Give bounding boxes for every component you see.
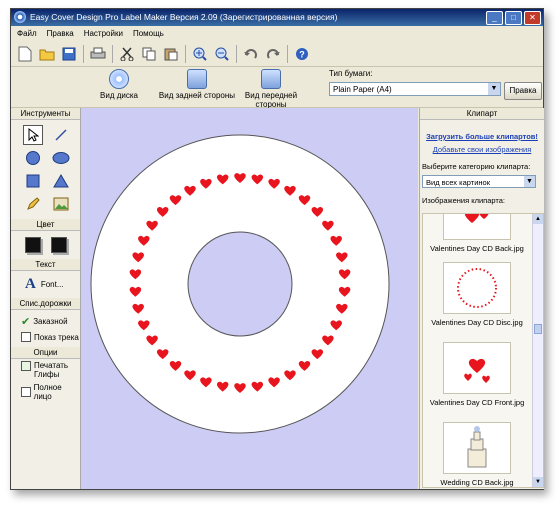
fill-color-swatch[interactable] <box>25 237 41 253</box>
app-icon <box>14 11 26 23</box>
font-button[interactable]: A Font... <box>11 271 80 298</box>
design-canvas[interactable] <box>81 108 418 489</box>
clip-thumbnail <box>443 262 511 314</box>
line-color-swatch[interactable] <box>51 237 67 253</box>
copy-icon[interactable] <box>139 44 159 64</box>
view-bar: Вид диска Вид задней стороны Вид передне… <box>11 67 543 109</box>
list-item[interactable]: Valentines Day CD Disc.jpg <box>423 262 531 327</box>
tools-panel: Инструменты Цвет Текст A Font... Спис.до… <box>11 108 81 489</box>
custom-tracklist-button[interactable]: ✔ Заказной <box>11 310 80 330</box>
paste-icon[interactable] <box>161 44 181 64</box>
list-item[interactable]: Valentines Day CD Back.jpg <box>423 214 531 253</box>
ellipse-tool-icon[interactable] <box>51 148 71 168</box>
image-tool-icon[interactable] <box>51 194 71 214</box>
line-tool-icon[interactable] <box>51 125 71 145</box>
menu-file[interactable]: Файл <box>17 27 37 41</box>
disc-view-button[interactable]: Вид диска <box>79 69 159 100</box>
print-icon[interactable] <box>88 44 108 64</box>
chevron-down-icon: ▼ <box>488 83 500 95</box>
open-folder-icon[interactable] <box>37 44 57 64</box>
cut-icon[interactable] <box>117 44 137 64</box>
options-header: Опции <box>11 347 80 359</box>
list-item[interactable]: Wedding CD Back.jpg <box>423 422 531 487</box>
add-images-link[interactable]: Добавьте свои изображения <box>420 145 544 154</box>
back-view-icon <box>187 69 207 89</box>
scroll-down-icon[interactable]: ▼ <box>533 477 543 487</box>
menu-settings[interactable]: Настройки <box>84 27 123 41</box>
apply-button[interactable]: Правка <box>504 82 542 100</box>
zoom-in-icon[interactable] <box>190 44 210 64</box>
rectangle-tool-icon[interactable] <box>23 171 43 191</box>
select-arrow-icon[interactable] <box>23 125 43 145</box>
menu-help[interactable]: Помощь <box>133 27 164 41</box>
font-icon: A <box>25 276 36 292</box>
zoom-out-icon[interactable] <box>212 44 232 64</box>
window-title: Easy Cover Design Pro Label Maker Версия… <box>30 12 338 22</box>
color-header: Цвет <box>11 219 80 231</box>
scroll-thumb[interactable] <box>534 324 542 334</box>
title-bar: Easy Cover Design Pro Label Maker Версия… <box>11 9 543 26</box>
full-face-checkbox[interactable]: Полное лицо <box>11 381 80 403</box>
clip-thumbnail <box>443 422 511 474</box>
app-window: Easy Cover Design Pro Label Maker Версия… <box>10 8 544 490</box>
back-view-button[interactable]: Вид задней стороны <box>157 69 237 100</box>
category-label: Выберите категорию клипарта: <box>422 162 531 171</box>
help-icon[interactable]: ? <box>292 44 312 64</box>
front-view-button[interactable]: Вид передней стороны <box>239 69 303 109</box>
save-icon[interactable] <box>59 44 79 64</box>
menu-edit[interactable]: Правка <box>47 27 74 41</box>
circle-tool-icon[interactable] <box>23 148 43 168</box>
text-header: Текст <box>11 259 80 271</box>
scroll-up-icon[interactable]: ▲ <box>533 214 543 224</box>
show-track-checkbox[interactable]: Показ трека <box>11 330 80 344</box>
new-file-icon[interactable] <box>15 44 35 64</box>
clip-thumbnail <box>443 342 511 394</box>
menu-bar: Файл Правка Настройки Помощь <box>11 27 543 41</box>
list-item[interactable]: Valentines Day CD Front.jpg <box>423 342 531 407</box>
maximize-button[interactable]: □ <box>505 11 522 25</box>
checkmark-pencil-icon: ✔ <box>21 316 31 328</box>
clipart-panel: Клипарт Загрузить больше клипартов! Доба… <box>419 108 544 489</box>
tracklist-header: Спис.дорожки <box>11 298 80 310</box>
pencil-tool-icon[interactable] <box>23 194 43 214</box>
clipart-scrollbar[interactable]: ▲ ▼ <box>532 214 543 487</box>
redo-icon[interactable] <box>263 44 283 64</box>
svg-text:?: ? <box>299 50 305 60</box>
cd-disc-label <box>90 134 390 434</box>
clip-thumbnail <box>443 214 511 240</box>
clipart-list[interactable]: Valentines Day CD Back.jpg Valentines Da… <box>422 213 544 488</box>
front-view-icon <box>261 69 281 89</box>
toolbar: ? <box>11 42 543 67</box>
print-guides-checkbox[interactable]: Печатать Глифы <box>11 359 80 381</box>
paper-type-select[interactable]: Plain Paper (A4) ▼ <box>329 82 501 96</box>
chevron-down-icon: ▼ <box>524 176 535 187</box>
disc-view-icon <box>109 69 129 89</box>
tools-header: Инструменты <box>11 108 80 120</box>
more-clipart-link[interactable]: Загрузить больше клипартов! <box>420 132 544 141</box>
paper-type-label: Тип бумаги: <box>329 69 373 78</box>
close-button[interactable]: ✕ <box>524 11 541 25</box>
minimize-button[interactable]: _ <box>486 11 503 25</box>
triangle-tool-icon[interactable] <box>51 171 71 191</box>
category-select[interactable]: Вид всех картинок ▼ <box>422 175 536 188</box>
clipart-header: Клипарт <box>420 108 544 120</box>
undo-icon[interactable] <box>241 44 261 64</box>
images-label: Изображения клипарта: <box>422 196 505 205</box>
